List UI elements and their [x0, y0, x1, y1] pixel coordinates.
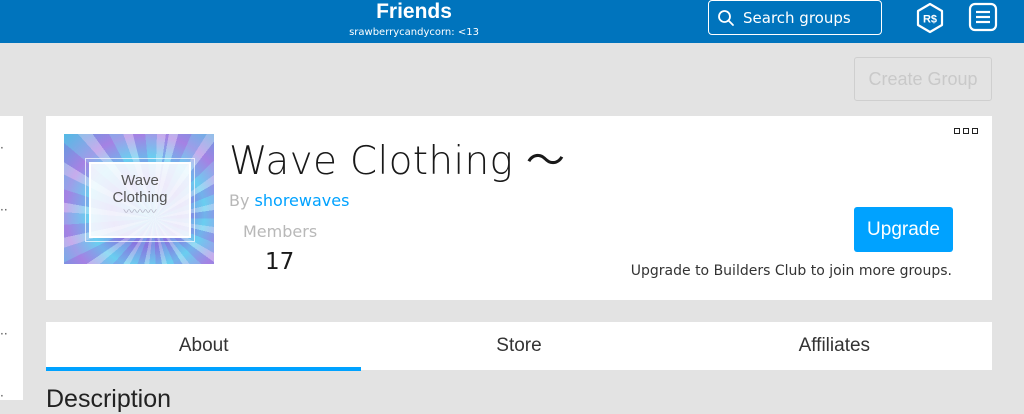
side-dot: · [0, 389, 4, 403]
header-title-group: Friends srawberrycandycorn: <13 [300, 0, 528, 39]
emblem-label: Wave Clothing 〰〰〰 [85, 158, 195, 242]
group-tabs: About Store Affiliates [46, 322, 992, 371]
create-group-button[interactable]: Create Group [854, 57, 992, 101]
side-list-edge: · ·· ·· · [0, 116, 23, 403]
search-input[interactable]: Search groups [708, 0, 882, 35]
search-placeholder: Search groups [743, 8, 851, 27]
group-owner-line: By shorewaves [229, 191, 349, 210]
owner-link[interactable]: shorewaves [255, 191, 350, 210]
members-label: Members [243, 222, 318, 241]
by-prefix: By [229, 191, 250, 210]
more-options-icon[interactable] [954, 128, 978, 134]
emblem-waves: 〰〰〰 [123, 206, 157, 218]
members-count: 17 [265, 249, 295, 275]
side-dot: ·· [0, 203, 8, 217]
tab-about[interactable]: About [46, 322, 362, 371]
svg-text:R$: R$ [923, 14, 937, 26]
side-dot: · [0, 141, 4, 155]
robux-icon[interactable]: R$ [914, 2, 946, 34]
upgrade-button[interactable]: Upgrade [854, 207, 953, 252]
side-dot: ·· [0, 327, 8, 341]
upgrade-note: Upgrade to Builders Club to join more gr… [630, 263, 952, 279]
emblem-text-line2: Clothing [112, 189, 168, 206]
top-navigation-bar: Friends srawberrycandycorn: <13 Search g… [0, 0, 1024, 43]
description-heading: Description [46, 385, 172, 413]
tab-affiliates[interactable]: Affiliates [677, 322, 992, 370]
menu-icon[interactable] [967, 1, 999, 33]
tab-store[interactable]: Store [361, 322, 676, 370]
emblem-text-line1: Wave [121, 172, 159, 189]
page-title: Friends [376, 0, 452, 23]
page-subtitle: srawberrycandycorn: <13 [349, 27, 479, 38]
group-emblem: Wave Clothing 〰〰〰 [64, 134, 214, 264]
group-header-card: Wave Clothing 〰〰〰 Wave Clothing 〜 By sho… [46, 116, 992, 300]
group-name: Wave Clothing 〜 [229, 139, 566, 184]
search-icon [718, 9, 734, 26]
